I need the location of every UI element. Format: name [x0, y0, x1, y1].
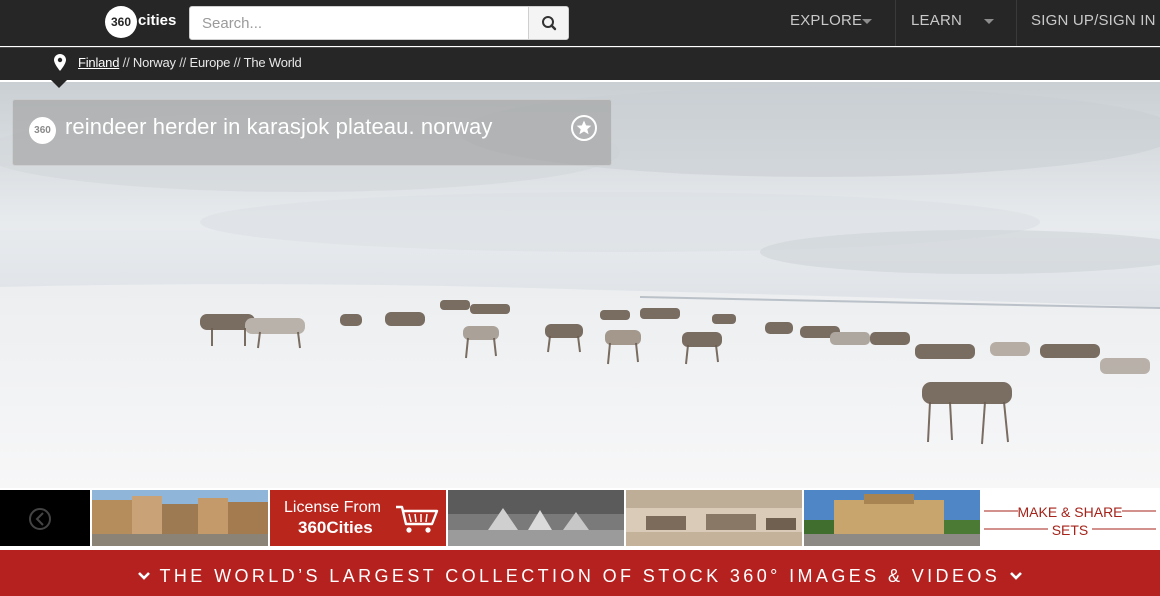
nav-learn-label: LEARN	[911, 12, 963, 29]
breadcrumb-item-world[interactable]: The World	[244, 55, 302, 70]
chevron-left-icon	[29, 508, 51, 530]
location-pin-icon	[54, 54, 66, 71]
360-badge: 360	[29, 117, 56, 144]
cart-icon	[396, 505, 439, 533]
thumbnail-image	[92, 490, 268, 546]
breadcrumb-item-finland[interactable]: Finland	[78, 55, 119, 70]
breadcrumb-pointer	[51, 80, 67, 88]
chevron-down-icon	[1009, 572, 1022, 580]
license-button[interactable]: License From 360Cities	[270, 490, 446, 546]
decorative-lines	[984, 510, 1156, 530]
thumbnail-interior[interactable]	[626, 490, 802, 546]
breadcrumb-item-norway[interactable]: Norway	[133, 55, 176, 70]
thumbnail-palace[interactable]	[804, 490, 980, 546]
panorama-filmstrip: License From 360Cities MAKE & SHARE SETS	[0, 489, 1160, 547]
chevron-down-icon	[862, 19, 872, 24]
breadcrumb-separator: //	[179, 55, 187, 70]
search-input[interactable]	[190, 7, 529, 39]
logo-badge: 360	[105, 6, 137, 38]
search-box	[189, 6, 569, 40]
thumbnail-temple[interactable]	[448, 490, 624, 546]
top-navigation-bar: 360 cities EXPLORE LEARN SIGN UP/SIGN IN	[0, 0, 1160, 46]
search-button[interactable]	[528, 7, 568, 39]
breadcrumb-bar: Finland // Norway // Europe // The World	[0, 47, 1160, 80]
thumbnail-street[interactable]	[92, 490, 268, 546]
star-icon[interactable]	[570, 114, 598, 142]
nav-sign-in-label: SIGN UP/SIGN IN	[1031, 12, 1156, 29]
make-share-sets-button[interactable]: MAKE & SHARE SETS	[982, 490, 1158, 546]
logo-wordmark: cities	[138, 12, 177, 29]
chevron-down-icon	[138, 572, 151, 580]
thumbnail-image	[448, 490, 624, 546]
thumbnail-image	[626, 490, 802, 546]
breadcrumb-item-europe[interactable]: Europe	[189, 55, 230, 70]
breadcrumb-separator: //	[122, 55, 130, 70]
nav-explore-label: EXPLORE	[790, 12, 863, 29]
chevron-down-icon	[984, 19, 994, 24]
breadcrumb: Finland // Norway // Europe // The World	[78, 55, 302, 70]
breadcrumb-separator: //	[233, 55, 241, 70]
promo-banner[interactable]: THE WORLD’S LARGEST COLLECTION OF STOCK …	[0, 550, 1160, 596]
filmstrip-prev-button[interactable]	[0, 490, 90, 546]
license-brand: 360Cities	[298, 518, 373, 537]
promo-banner-text: THE WORLD’S LARGEST COLLECTION OF STOCK …	[159, 566, 1001, 586]
panorama-title-panel: 360 reindeer herder in karasjok plateau.…	[12, 99, 612, 166]
site-logo[interactable]: 360 cities	[105, 6, 177, 38]
license-label: License From	[284, 499, 381, 516]
nav-learn[interactable]: LEARN	[895, 0, 1015, 46]
panorama-title: reindeer herder in karasjok plateau. nor…	[65, 114, 493, 139]
promo-banner-row: THE WORLD’S LARGEST COLLECTION OF STOCK …	[0, 566, 1160, 587]
nav-explore[interactable]: EXPLORE	[776, 0, 894, 46]
nav-sign-in[interactable]: SIGN UP/SIGN IN	[1016, 0, 1160, 46]
thumbnail-image	[804, 490, 980, 546]
search-icon	[542, 16, 557, 31]
